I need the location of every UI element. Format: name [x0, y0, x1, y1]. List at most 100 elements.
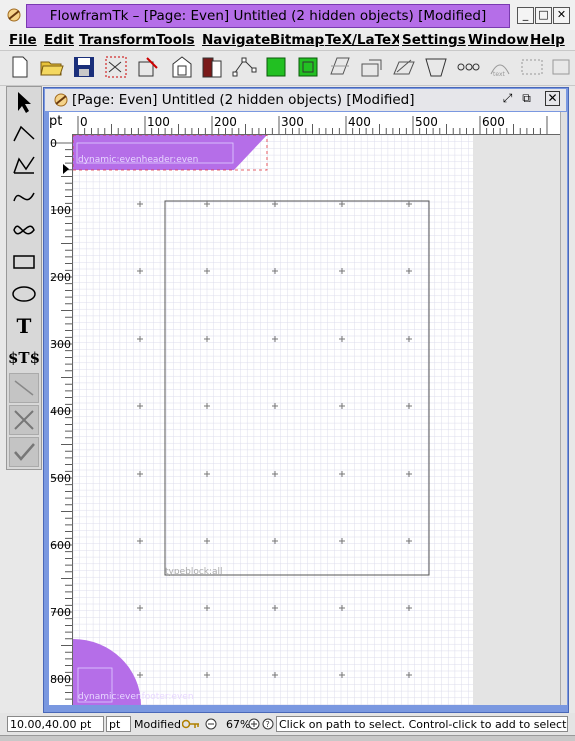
ruler-label: 500: [415, 115, 438, 129]
menu-window[interactable]: Window: [468, 32, 529, 48]
hide-icon[interactable]: [550, 53, 572, 81]
menu-tools[interactable]: Tools: [156, 32, 195, 48]
book-icon[interactable]: [198, 53, 226, 81]
closed-line-icon[interactable]: [9, 151, 39, 181]
grid-cross: [137, 471, 143, 477]
grid-cross: [339, 336, 345, 342]
distort-icon[interactable]: [454, 53, 482, 81]
close-frame-button[interactable]: ✕: [545, 91, 560, 106]
flow-icon[interactable]: text: [486, 53, 514, 81]
grid-cross: [272, 538, 278, 544]
menu-navigate[interactable]: Navigate: [202, 32, 270, 48]
edit-path-icon[interactable]: [134, 53, 162, 81]
unit-label: pt: [49, 114, 63, 129]
app-logo-icon: [6, 7, 22, 26]
window-title: FlowframTk – [Page: Even] Untitled (2 hi…: [26, 4, 510, 28]
rotate-icon[interactable]: [358, 53, 386, 81]
canvas-margin: [473, 135, 560, 705]
horizontal-ruler: 0 100 200 300 400 500 600: [49, 112, 560, 135]
frames-icon[interactable]: [168, 53, 196, 81]
restore-frame-button[interactable]: ⤢: [500, 91, 515, 106]
zoom-out-icon[interactable]: [205, 718, 217, 733]
menu-bar: File Edit Transform Tools Navigate Bitma…: [0, 30, 575, 51]
ruler-label: 500: [50, 472, 71, 485]
grid-nodes-icon[interactable]: [230, 53, 258, 81]
typeblock-frame: [164, 200, 430, 576]
grid-cross: [406, 336, 412, 342]
vertical-ruler: 0 100 200 300 400 500 600 700 800: [49, 134, 73, 705]
menu-help[interactable]: Help: [530, 32, 565, 48]
grid-cross: [339, 538, 345, 544]
open-line-icon[interactable]: [9, 119, 39, 149]
toolbar: text: [0, 51, 575, 86]
green-select-icon[interactable]: [294, 53, 322, 81]
svg-text:text: text: [493, 71, 505, 78]
position-marker: [63, 164, 69, 174]
zoom-level: 67%: [226, 718, 251, 731]
close-button[interactable]: ✕: [553, 7, 570, 24]
green-square-icon[interactable]: [262, 53, 290, 81]
grid-cross: [204, 403, 210, 409]
ruler-label: 400: [348, 115, 371, 129]
ruler-label: 300: [50, 338, 71, 351]
save-icon[interactable]: [70, 53, 98, 81]
coordinates-field: 10.00,40.00 pt: [7, 716, 104, 732]
grid-cross: [137, 672, 143, 678]
grid-cross: [406, 605, 412, 611]
scale-icon[interactable]: [390, 53, 418, 81]
open-curve-icon[interactable]: [9, 183, 39, 213]
ruler-label: 800: [50, 673, 71, 686]
zoom-in-icon[interactable]: [248, 718, 260, 733]
select-all-icon[interactable]: [102, 53, 130, 81]
menu-file[interactable]: File: [9, 32, 37, 48]
disabled-line-icon: [9, 373, 39, 403]
minimize-button[interactable]: _: [517, 7, 534, 24]
ruler-label: 0: [80, 115, 88, 129]
shear-icon[interactable]: [422, 53, 450, 81]
grid-cross: [204, 471, 210, 477]
grid-cross: [272, 672, 278, 678]
grid-cross: [406, 471, 412, 477]
grid-cross: [137, 605, 143, 611]
menu-edit[interactable]: Edit: [44, 32, 74, 48]
menu-tex-latex[interactable]: TeX/LaTeX: [325, 32, 399, 48]
grid-cross: [272, 403, 278, 409]
disabled-check-icon: [9, 437, 39, 467]
maximize-frame-button[interactable]: ⧉: [519, 91, 534, 106]
grid-cross: [339, 403, 345, 409]
drawing-canvas[interactable]: [73, 135, 473, 705]
grid-cross: [272, 605, 278, 611]
menu-transform[interactable]: Transform: [79, 32, 156, 48]
svg-text:?: ?: [266, 720, 270, 729]
document-logo-icon: [53, 92, 69, 111]
grid-cross: [137, 538, 143, 544]
ellipse-icon[interactable]: [9, 279, 39, 309]
menu-settings[interactable]: Settings: [402, 32, 466, 48]
help-icon[interactable]: ?: [262, 718, 274, 733]
text-tool-icon[interactable]: T: [9, 311, 39, 341]
footer-frame-label: dynamic:evenfooter:even: [78, 692, 194, 702]
transform-icon[interactable]: [326, 53, 354, 81]
ruler-label: 600: [50, 539, 71, 552]
grid-cross: [137, 403, 143, 409]
grid-cross: [137, 336, 143, 342]
grid-cross: [204, 672, 210, 678]
closed-curve-icon[interactable]: [9, 215, 39, 245]
status-strip: [0, 735, 575, 741]
body-frame-label: typeblock:all: [165, 567, 223, 577]
math-text-tool-icon[interactable]: $T$: [8, 343, 40, 373]
maximize-button[interactable]: □: [535, 7, 552, 24]
ruler-label: 0: [50, 137, 57, 150]
menu-bitmap[interactable]: Bitmap: [270, 32, 324, 48]
vertical-scrollbar[interactable]: [560, 112, 567, 705]
grid-cross: [339, 471, 345, 477]
open-folder-icon[interactable]: [38, 53, 66, 81]
lock-key-icon: [181, 718, 200, 733]
status-message: Click on path to select. Control-click t…: [276, 716, 568, 732]
text-path-icon[interactable]: [518, 53, 546, 81]
rectangle-icon[interactable]: [9, 247, 39, 277]
select-arrow-icon[interactable]: [9, 87, 39, 117]
new-icon[interactable]: [6, 53, 34, 81]
tool-palette: T $T$: [6, 86, 42, 470]
grid-cross: [406, 672, 412, 678]
